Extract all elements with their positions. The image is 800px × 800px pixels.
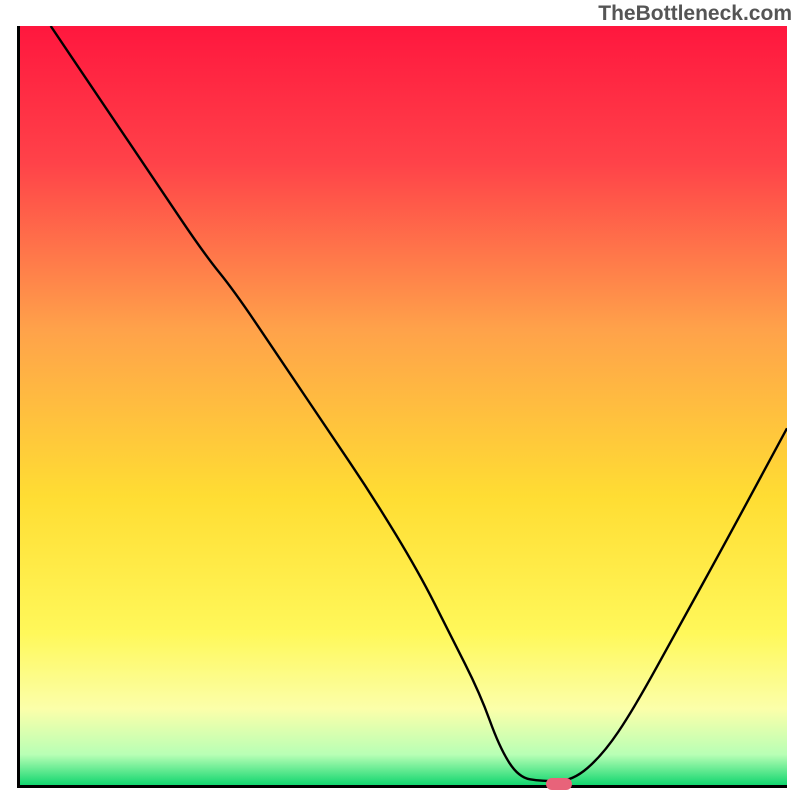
- watermark-text: TheBottleneck.com: [598, 2, 792, 26]
- highlight-marker: [546, 778, 572, 790]
- chart-svg: [20, 26, 787, 785]
- chart-axes: [17, 26, 787, 788]
- chart-background: [20, 26, 787, 785]
